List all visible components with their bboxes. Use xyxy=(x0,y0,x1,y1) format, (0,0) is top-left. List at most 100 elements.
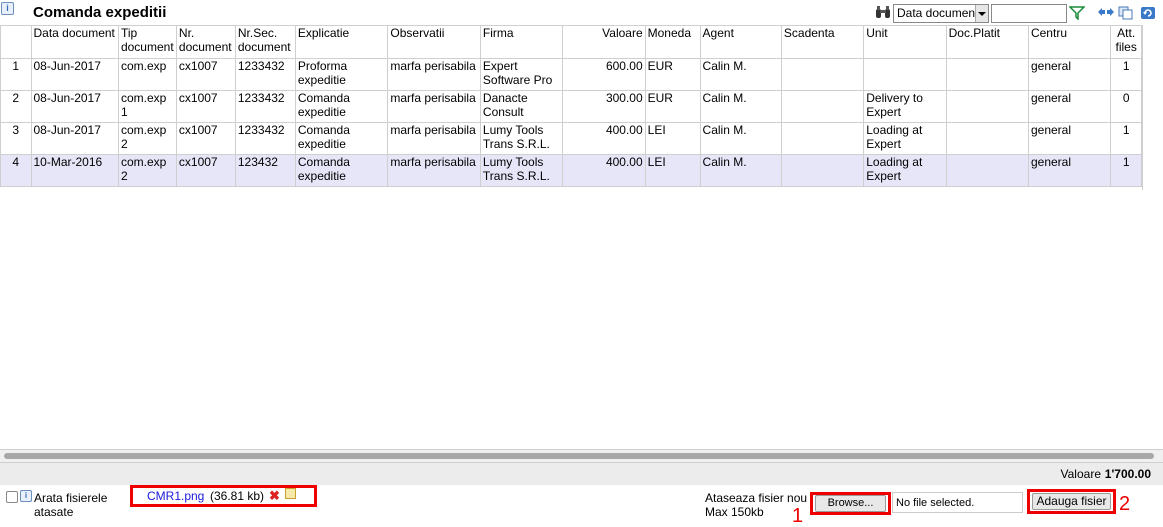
total-value: 1'700.00 xyxy=(1104,467,1151,481)
cell-explicatie: Proforma expeditie xyxy=(294,58,389,91)
info-icon[interactable]: i xyxy=(20,490,32,502)
cell-tip-document: com.exp 1 xyxy=(117,90,177,123)
column-header[interactable]: Moneda xyxy=(644,25,701,59)
cell-tip-document: com.exp 2 xyxy=(117,154,177,187)
column-header[interactable]: Explicatie xyxy=(294,25,389,59)
cell-agent: Calin M. xyxy=(699,122,782,155)
column-header[interactable]: Unit xyxy=(863,25,947,59)
sort-select[interactable]: Data documen xyxy=(893,4,989,23)
cell-explicatie: Comanda expeditie xyxy=(294,122,389,155)
cell-unit: Delivery to Expert xyxy=(863,90,947,123)
column-header[interactable]: Doc.Platit xyxy=(945,25,1029,59)
row-number: 2 xyxy=(0,90,32,123)
column-header[interactable]: Nr.Sec. document xyxy=(234,25,296,59)
horizontal-scrollbar[interactable] xyxy=(0,449,1163,462)
cell-tip-document: com.exp xyxy=(117,58,177,91)
column-header[interactable]: Scadenta xyxy=(780,25,865,59)
cell-firma: Lumy Tools Trans S.R.L. xyxy=(479,154,564,187)
delete-icon[interactable]: ✖ xyxy=(269,488,280,504)
cell-unit: Loading at Expert xyxy=(863,122,947,155)
cell-data-document: 10-Mar-2016 xyxy=(30,154,119,187)
cell-scadenta xyxy=(780,154,865,187)
title-bar: i Comanda expeditii Data documen xyxy=(0,0,1163,26)
table-row[interactable]: 2 08-Jun-2017 com.exp 1 cx1007 1233432 C… xyxy=(0,90,1142,123)
attach-new-file-text: Ataseaza fisier nou xyxy=(705,491,808,505)
cell-nr-document: cx1007 xyxy=(175,154,236,187)
cell-centru: general xyxy=(1027,154,1112,187)
edit-icon[interactable] xyxy=(285,488,296,499)
cell-scadenta xyxy=(780,122,865,155)
table-row[interactable]: 1 08-Jun-2017 com.exp cx1007 1233432 Pro… xyxy=(0,58,1142,91)
show-attachments-label: Arata fisierele atasate xyxy=(34,491,108,519)
add-file-button[interactable]: Adauga fisier xyxy=(1032,493,1111,510)
column-header-row-number xyxy=(0,25,32,59)
column-header[interactable]: Tip document xyxy=(117,25,177,59)
column-header[interactable]: Valoare xyxy=(562,25,646,59)
cell-centru: general xyxy=(1027,90,1112,123)
cell-scadenta xyxy=(780,58,865,91)
table-row[interactable]: 3 08-Jun-2017 com.exp 2 cx1007 1233432 C… xyxy=(0,122,1142,155)
column-header[interactable]: Centru xyxy=(1027,25,1112,59)
expand-icon[interactable] xyxy=(1097,6,1115,18)
cell-observatii: marfa perisabila xyxy=(387,154,481,187)
cell-nrsec-document: 1233432 xyxy=(234,90,296,123)
cell-nrsec-document: 123432 xyxy=(234,154,296,187)
column-header[interactable]: Observatii xyxy=(387,25,481,59)
page-title: Comanda expeditii xyxy=(33,4,167,21)
cell-observatii: marfa perisabila xyxy=(387,90,481,123)
attached-file-link[interactable]: CMR1.png xyxy=(147,489,204,503)
refresh-icon[interactable] xyxy=(1140,6,1156,20)
cell-centru: general xyxy=(1027,58,1112,91)
column-header[interactable]: Att. files xyxy=(1110,25,1142,59)
cell-valoare: 400.00 xyxy=(562,154,646,187)
column-header[interactable]: Firma xyxy=(479,25,564,59)
table-row-selected[interactable]: 4 10-Mar-2016 com.exp 2 cx1007 123432 Co… xyxy=(0,154,1142,187)
cell-doc-platit xyxy=(945,122,1029,155)
cell-nr-document: cx1007 xyxy=(175,90,236,123)
cell-centru: general xyxy=(1027,122,1112,155)
cell-agent: Calin M. xyxy=(699,58,782,91)
browse-button[interactable]: Browse... xyxy=(815,495,886,512)
cell-agent: Calin M. xyxy=(699,90,782,123)
column-header[interactable]: Agent xyxy=(699,25,782,59)
row-number: 1 xyxy=(0,58,32,91)
cell-scadenta xyxy=(780,90,865,123)
cell-doc-platit xyxy=(945,154,1029,187)
column-header[interactable]: Data document xyxy=(30,25,119,59)
cell-att-files: 1 xyxy=(1110,122,1142,155)
cell-valoare: 400.00 xyxy=(562,122,646,155)
attached-file-size: (36.81 kb) xyxy=(210,489,265,503)
chevron-down-icon[interactable] xyxy=(975,5,988,22)
step-marker-2: 2 xyxy=(1119,493,1131,515)
cell-agent: Calin M. xyxy=(699,154,782,187)
column-header[interactable]: Nr. document xyxy=(175,25,236,59)
row-number: 3 xyxy=(0,122,32,155)
copy-icon[interactable] xyxy=(1118,6,1134,20)
table-header: Data document Tip document Nr. document … xyxy=(0,25,1142,59)
cell-nrsec-document: 1233432 xyxy=(234,58,296,91)
info-icon[interactable]: i xyxy=(1,2,14,15)
binoculars-icon[interactable] xyxy=(875,5,891,19)
cell-nrsec-document: 1233432 xyxy=(234,122,296,155)
cell-valoare: 300.00 xyxy=(562,90,646,123)
totals-bar: Valoare 1'700.00 xyxy=(0,462,1163,486)
cell-explicatie: Comanda expeditie xyxy=(294,90,389,123)
cell-doc-platit xyxy=(945,90,1029,123)
filter-icon[interactable] xyxy=(1069,6,1085,20)
data-table: Data document Tip document Nr. document … xyxy=(0,25,1142,187)
cell-tip-document: com.exp 2 xyxy=(117,122,177,155)
search-input[interactable] xyxy=(991,4,1067,23)
cell-doc-platit xyxy=(945,58,1029,91)
cell-firma: Lumy Tools Trans S.R.L. xyxy=(479,122,564,155)
file-input-status: No file selected. xyxy=(892,492,1023,513)
cell-valoare: 600.00 xyxy=(562,58,646,91)
cell-observatii: marfa perisabila xyxy=(387,58,481,91)
cell-observatii: marfa perisabila xyxy=(387,122,481,155)
cell-unit xyxy=(863,58,947,91)
cell-nr-document: cx1007 xyxy=(175,58,236,91)
cell-att-files: 1 xyxy=(1110,154,1142,187)
scrollbar-thumb[interactable] xyxy=(4,453,1154,459)
cell-explicatie: Comanda expeditie xyxy=(294,154,389,187)
show-attachments-checkbox[interactable] xyxy=(6,491,18,503)
cell-data-document: 08-Jun-2017 xyxy=(30,58,119,91)
